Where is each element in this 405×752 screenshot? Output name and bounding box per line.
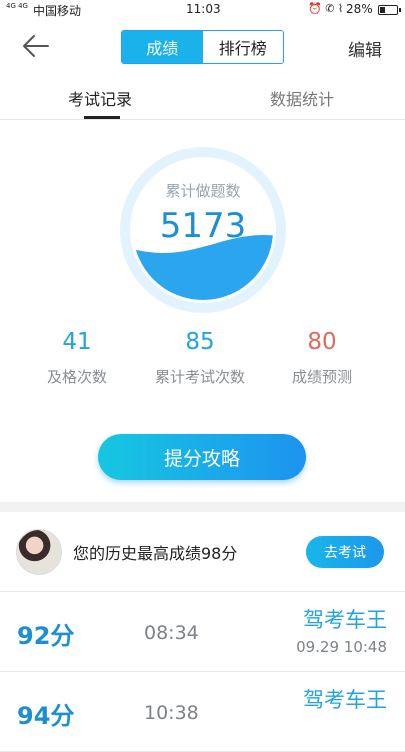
record-date: 09.29 10:48 [296, 638, 387, 656]
clock: 11:03 [186, 2, 221, 16]
record-score: 92分 [17, 622, 75, 650]
section-divider [0, 502, 405, 512]
gauge-value: 5173 [159, 206, 247, 246]
go-exam-button[interactable]: 去考试 [306, 536, 384, 568]
improve-score-button[interactable]: 提分攻略 [98, 434, 306, 480]
record-rank-title: 驾考车王 [303, 608, 387, 632]
carrier-name: 中国移动 [33, 4, 82, 18]
segment-ranking[interactable]: 排行榜 [202, 31, 283, 63]
back-arrow-icon[interactable] [22, 34, 50, 58]
stat-label: 及格次数 [46, 368, 107, 386]
stat-value: 85 [185, 329, 215, 355]
status-bar: 4G 4G 中国移动 11:03 ⏰ ✆ ⌇ 28% [0, 0, 405, 20]
segment-scores[interactable]: 成绩 [122, 31, 203, 63]
question-count-gauge: 累计做题数 5173 [119, 146, 287, 314]
segment-control: 成绩 排行榜 [121, 30, 284, 64]
record-duration: 08:34 [144, 622, 199, 644]
tab-indicator [84, 116, 120, 119]
exam-record-row[interactable]: 92分 08:34 驾考车王 09.29 10:48 [0, 592, 405, 672]
tab-exam-records[interactable]: 考试记录 [68, 86, 132, 110]
battery-percent: 28% [346, 2, 373, 16]
best-score-text: 您的历史最高成绩98分 [73, 544, 238, 563]
edit-button[interactable]: 编辑 [348, 36, 382, 61]
stat-value: 80 [307, 329, 337, 355]
stat-score-prediction: 80 成绩预测 [262, 326, 382, 387]
stat-label: 累计考试次数 [154, 368, 245, 386]
battery-icon [378, 5, 401, 15]
exam-record-row[interactable]: 94分 10:38 驾考车王 [0, 672, 405, 752]
stat-value: 41 [62, 329, 92, 355]
record-rank-title: 驾考车王 [303, 688, 387, 712]
stat-label: 成绩预测 [291, 368, 352, 386]
stat-exam-count: 85 累计考试次数 [140, 326, 260, 387]
best-score-banner: 您的历史最高成绩98分 去考试 [0, 512, 405, 592]
signal-indicator: 4G 4G [6, 2, 28, 10]
record-score: 94分 [17, 702, 75, 730]
top-bar: 成绩 排行榜 编辑 [0, 20, 405, 76]
tab-data-stats[interactable]: 数据统计 [270, 86, 334, 110]
gauge-label: 累计做题数 [165, 182, 241, 200]
stat-pass-count: 41 及格次数 [17, 326, 137, 387]
alarm-icon: ⏰ ✆ ⌇ [308, 2, 344, 15]
avatar [16, 529, 62, 575]
record-duration: 10:38 [144, 702, 199, 724]
tab-bar: 考试记录 数据统计 [0, 76, 405, 120]
stats-row: 41 及格次数 85 累计考试次数 80 成绩预测 [0, 326, 405, 396]
